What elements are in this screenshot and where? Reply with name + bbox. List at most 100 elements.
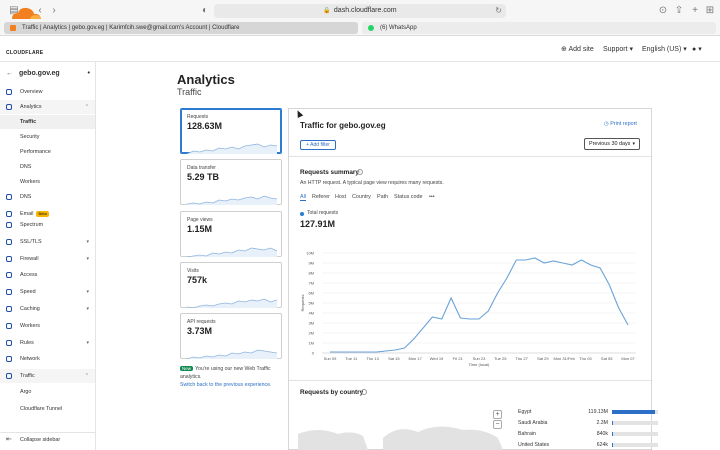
- tab-whatsapp[interactable]: (6) WhatsApp: [362, 22, 716, 34]
- workers-icon: [6, 323, 12, 329]
- x-tick-label: Sun 09: [324, 356, 337, 361]
- filter-tab-path[interactable]: Path: [377, 194, 388, 200]
- forward-icon[interactable]: ›: [48, 5, 60, 17]
- x-tick-label: Thu 27: [515, 356, 528, 361]
- back-arrow-icon[interactable]: ←: [6, 70, 13, 77]
- world-map[interactable]: [298, 404, 504, 450]
- filter-tab-status-code[interactable]: Status code: [394, 194, 422, 200]
- filter-tab-host[interactable]: Host: [335, 194, 346, 200]
- sidebar-item-access[interactable]: Access: [0, 268, 95, 282]
- series-total: 127.91M: [300, 219, 336, 229]
- country-share-bar: [612, 421, 658, 425]
- metric-card-requests[interactable]: Requests 128.63M: [180, 108, 282, 154]
- country-row[interactable]: Saudi Arabia 2.3M: [518, 419, 658, 427]
- filter-tab-country[interactable]: Country: [352, 194, 371, 200]
- sidebar-item-analytics[interactable]: Analytics ⌃: [0, 100, 95, 114]
- sidebar-item-dns[interactable]: DNS: [0, 190, 95, 204]
- period-select[interactable]: Previous 30 days ▾: [584, 138, 640, 150]
- metric-card-page-views[interactable]: Page views 1.15M: [180, 211, 282, 257]
- country-name: Egypt: [518, 409, 532, 415]
- metric-card-visits[interactable]: Visits 757k: [180, 262, 282, 308]
- sidebar-item-firewall[interactable]: Firewall ▾: [0, 252, 95, 266]
- add-filter-button[interactable]: + Add filter: [300, 140, 336, 150]
- divider: [289, 380, 651, 381]
- firewall-icon: [6, 256, 12, 262]
- sidebar-item-workers[interactable]: Workers: [0, 319, 95, 333]
- language-label: English (US): [642, 46, 682, 53]
- country-value: 2.3M: [596, 420, 608, 426]
- collapse-sidebar-button[interactable]: ⇤ Collapse sidebar: [0, 432, 95, 446]
- sidebar-item-label: Analytics: [20, 104, 42, 110]
- address-bar[interactable]: 🔒 dash.cloudflare.com ↻: [214, 4, 506, 18]
- sidebar-item-security-sub[interactable]: Security: [0, 130, 95, 144]
- sidebar-item-traffic-sub[interactable]: Traffic: [0, 115, 95, 129]
- sidebar-item-ssl-tls[interactable]: SSL/TLS ▾: [0, 235, 95, 249]
- chevron-icon: ▾: [86, 256, 89, 262]
- metric-card-data-transfer[interactable]: Data transfer 5.29 TB: [180, 159, 282, 205]
- download-icon[interactable]: ⊙: [657, 5, 669, 17]
- zoom-in-button[interactable]: +: [493, 410, 502, 419]
- tab-overview-icon[interactable]: ⊞: [704, 5, 716, 17]
- sidebar-item-label: Overview: [20, 89, 43, 95]
- filter-tab-referer[interactable]: Referer: [312, 194, 330, 200]
- sidebar-item-cloudflare-tunnel-sub[interactable]: Cloudflare Tunnel: [0, 402, 95, 416]
- country-share-fill: [612, 421, 613, 425]
- traffic-icon: [6, 373, 12, 379]
- sidebar-item-overview[interactable]: Overview: [0, 85, 95, 99]
- tab-label: Traffic | Analytics | gebo.gov.eg | Kari…: [22, 25, 240, 31]
- zoom-out-button[interactable]: −: [493, 420, 502, 429]
- chevron-icon: ▾: [86, 306, 89, 312]
- x-tick-label: Tue 25: [494, 356, 507, 361]
- sidebar-item-workers-sub[interactable]: Workers: [0, 175, 95, 189]
- switch-back-link[interactable]: Switch back to the previous experience.: [180, 382, 271, 388]
- sidebar-item-performance-sub[interactable]: Performance: [0, 145, 95, 159]
- sidebar-item-label: Spectrum: [20, 222, 44, 228]
- sidebar-item-label: Argo: [20, 389, 32, 395]
- info-icon[interactable]: [361, 389, 367, 395]
- reload-icon[interactable]: ↻: [495, 4, 502, 18]
- share-icon[interactable]: ⇪: [673, 5, 685, 17]
- new-analytics-notice: New You're using our new Web Traffic anal…: [180, 365, 290, 389]
- language-menu[interactable]: English (US) ▾: [642, 45, 687, 53]
- new-tab-icon[interactable]: +: [689, 5, 701, 17]
- user-menu[interactable]: ● ▾: [692, 45, 702, 53]
- country-share-fill: [612, 432, 613, 436]
- filter-tab-all[interactable]: All: [300, 194, 306, 201]
- support-label: Support: [603, 46, 628, 53]
- country-row[interactable]: Egypt 119.13M: [518, 408, 658, 416]
- sidebar-item-argo-sub[interactable]: Argo: [0, 385, 95, 399]
- more-filters-icon[interactable]: •••: [429, 194, 435, 200]
- beta-badge: Beta: [36, 210, 49, 217]
- country-name: United States: [518, 442, 550, 448]
- add-site-button[interactable]: ⊕ Add site: [561, 45, 594, 53]
- account-selector[interactable]: ← gebo.gov.eg •: [6, 67, 92, 81]
- chevron-icon: ▾: [86, 340, 89, 346]
- metric-card-api-requests[interactable]: API requests 3.73M: [180, 313, 282, 359]
- requests-line-chart[interactable]: 0 1M 2M 3M 4M 5M 6M 7M 8M 9M 10M Sun 09 Tue 11 Thu 13…: [298, 246, 638, 370]
- cloudflare-logo-icon[interactable]: [6, 5, 46, 23]
- sidebar-item-dns-sub[interactable]: DNS: [0, 160, 95, 174]
- more-icon[interactable]: •: [88, 67, 90, 81]
- tab-cloudflare[interactable]: Traffic | Analytics | gebo.gov.eg | Kari…: [4, 22, 358, 34]
- y-tick-label: 3M: [308, 321, 314, 326]
- print-report-link[interactable]: ◷ Print report: [604, 121, 637, 127]
- chevron-icon: ⌃: [84, 373, 89, 379]
- sidebar-item-network[interactable]: Network: [0, 352, 95, 366]
- sidebar-item-label: Rules: [20, 340, 34, 346]
- support-menu[interactable]: Support ▾: [603, 45, 633, 53]
- sidebar-item-caching[interactable]: Caching ▾: [0, 302, 95, 316]
- country-row[interactable]: United States 624k: [518, 441, 658, 449]
- sidebar-item-rules[interactable]: Rules ▾: [0, 336, 95, 350]
- print-label: Print report: [610, 121, 637, 127]
- page-subtitle: Traffic: [177, 87, 202, 97]
- caret-down-icon: ▾: [698, 46, 702, 53]
- sidebar-item-spectrum[interactable]: Spectrum: [0, 218, 95, 232]
- sidebar-item-label: Cloudflare Tunnel: [20, 406, 63, 412]
- panel-title: Traffic for gebo.gov.eg: [300, 121, 386, 130]
- info-icon[interactable]: i: [357, 169, 363, 175]
- sidebar-item-speed[interactable]: Speed ▾: [0, 285, 95, 299]
- metric-label: Page views: [187, 217, 213, 223]
- country-row[interactable]: Bahrain 840k: [518, 430, 658, 438]
- sidebar-item-traffic[interactable]: Traffic ⌃: [0, 369, 95, 383]
- privacy-shield-icon[interactable]: ◐: [199, 5, 211, 17]
